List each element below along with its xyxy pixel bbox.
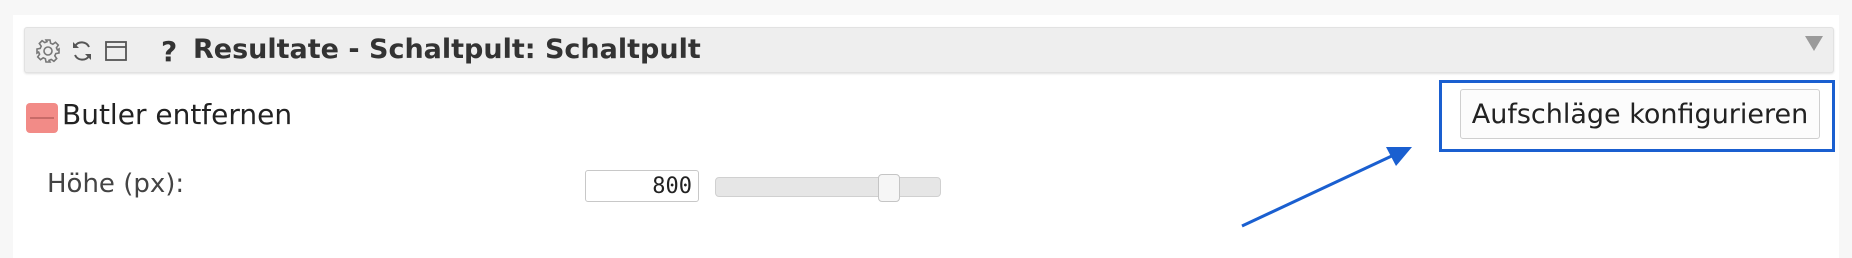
annotation-arrow	[1241, 147, 1412, 228]
arrow-line	[1241, 152, 1397, 228]
